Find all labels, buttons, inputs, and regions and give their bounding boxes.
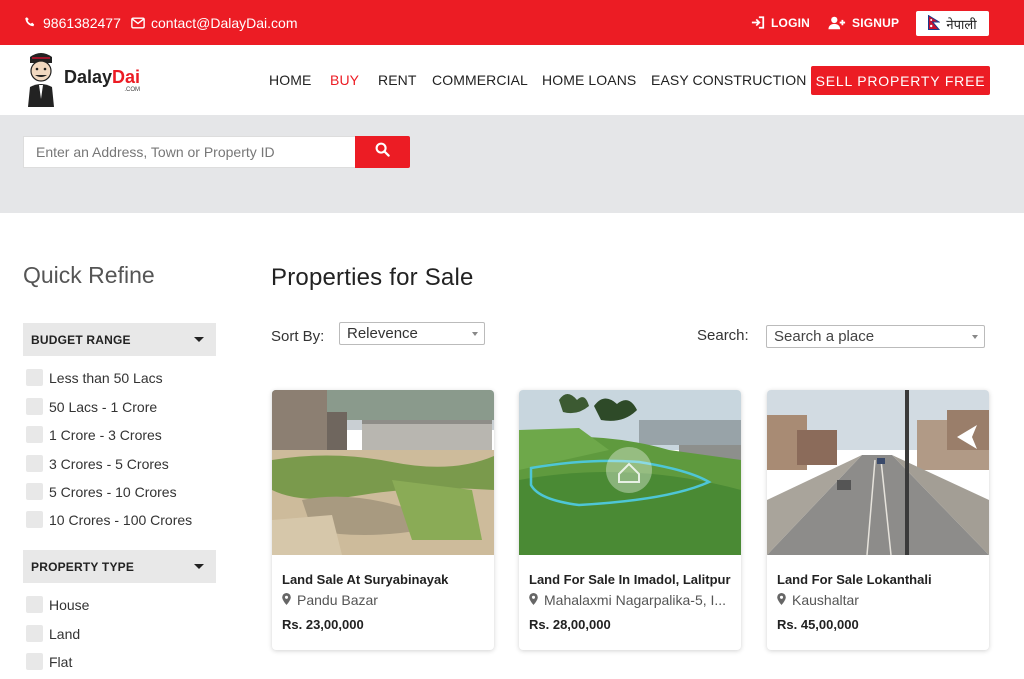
brand-name: DalayDai xyxy=(64,66,141,87)
property-location: Pandu Bazar xyxy=(282,592,378,608)
location-pin-icon xyxy=(777,592,786,608)
property-price: Rs. 28,00,000 xyxy=(529,617,611,632)
budget-option[interactable]: 1 Crore - 3 Crores xyxy=(26,426,162,443)
nav-rent[interactable]: RENT xyxy=(378,72,417,88)
property-type-option[interactable]: Flat xyxy=(26,653,72,670)
quick-refine-title: Quick Refine xyxy=(23,262,155,288)
checkbox[interactable] xyxy=(26,426,43,443)
mascot-icon xyxy=(22,49,60,112)
checkbox[interactable] xyxy=(26,483,43,500)
property-location: Kaushaltar xyxy=(777,592,859,608)
sort-label: Sort By: xyxy=(271,328,325,345)
property-type-label: House xyxy=(49,596,90,613)
signup-link[interactable]: SIGNUP xyxy=(828,0,899,45)
property-card[interactable]: Land For Sale In Imadol, Lalitpur Mahala… xyxy=(519,390,741,650)
site-logo[interactable]: DalayDai .COM xyxy=(22,50,162,110)
checkbox[interactable] xyxy=(26,653,43,670)
language-label: नेपाली xyxy=(946,16,977,32)
location-text: Kaushaltar xyxy=(792,592,859,608)
phone-link[interactable]: 9861382477 xyxy=(24,0,121,45)
address-search-input[interactable]: Enter an Address, Town or Property ID xyxy=(23,136,355,168)
dropdown-arrow-icon xyxy=(472,332,478,336)
sort-select[interactable]: Relevence xyxy=(339,322,485,345)
budget-option-label: 10 Crores - 100 Crores xyxy=(49,511,193,528)
property-price: Rs. 23,00,000 xyxy=(282,617,364,632)
caret-down-icon xyxy=(194,564,204,569)
property-title[interactable]: Land For Sale Lokanthali xyxy=(777,572,932,587)
budget-option-label: 1 Crore - 3 Crores xyxy=(49,426,162,443)
place-search-select[interactable]: Search a place xyxy=(766,325,985,348)
phone-number: 9861382477 xyxy=(43,14,121,31)
checkbox[interactable] xyxy=(26,398,43,415)
budget-option[interactable]: Less than 50 Lacs xyxy=(26,369,163,386)
login-icon xyxy=(751,16,765,29)
budget-range-heading: BUDGET RANGE xyxy=(31,332,131,347)
budget-range-toggle[interactable]: BUDGET RANGE xyxy=(23,323,216,356)
location-text: Mahalaxmi Nagarpalika-5, I... xyxy=(544,592,727,608)
property-photo[interactable] xyxy=(272,390,494,555)
property-card[interactable]: Land Sale At Suryabinayak Pandu Bazar Rs… xyxy=(272,390,494,650)
property-photo[interactable] xyxy=(767,390,989,555)
place-search-placeholder: Search a place xyxy=(774,328,875,345)
main-navigation: DalayDai .COM HOME BUY RENT COMMERCIAL H… xyxy=(0,45,1024,115)
page-title: Properties for Sale xyxy=(271,264,474,291)
budget-option-label: 50 Lacs - 1 Crore xyxy=(49,398,158,415)
checkbox[interactable] xyxy=(26,625,43,642)
login-link[interactable]: LOGIN xyxy=(751,0,810,45)
nepal-flag-icon xyxy=(928,14,942,33)
email-address: contact@DalayDai.com xyxy=(151,14,298,31)
nav-home-loans[interactable]: HOME LOANS xyxy=(542,72,636,88)
property-type-label: Flat xyxy=(49,653,73,670)
budget-option[interactable]: 5 Crores - 10 Crores xyxy=(26,483,177,500)
location-pin-icon xyxy=(529,592,538,608)
top-bar: 9861382477 contact@DalayDai.com LOGIN SI… xyxy=(0,0,1024,45)
nav-buy[interactable]: BUY xyxy=(330,72,359,88)
checkbox[interactable] xyxy=(26,596,43,613)
property-type-heading: PROPERTY TYPE xyxy=(31,559,135,574)
budget-option[interactable]: 3 Crores - 5 Crores xyxy=(26,455,169,472)
search-button[interactable] xyxy=(355,136,410,168)
budget-option-label: 3 Crores - 5 Crores xyxy=(49,455,169,472)
mail-icon xyxy=(131,16,145,29)
search-band: Enter an Address, Town or Property ID xyxy=(0,115,1024,213)
checkbox[interactable] xyxy=(26,369,43,386)
nav-easy-construction[interactable]: EASY CONSTRUCTION xyxy=(651,72,806,88)
budget-option-label: Less than 50 Lacs xyxy=(49,369,163,386)
caret-down-icon xyxy=(194,337,204,342)
property-type-label: Land xyxy=(49,625,81,642)
checkbox[interactable] xyxy=(26,511,43,528)
email-link[interactable]: contact@DalayDai.com xyxy=(131,0,298,45)
property-type-toggle[interactable]: PROPERTY TYPE xyxy=(23,550,216,583)
property-title[interactable]: Land Sale At Suryabinayak xyxy=(282,572,448,587)
sell-property-button[interactable]: SELL PROPERTY FREE xyxy=(811,66,990,95)
nav-commercial[interactable]: COMMERCIAL xyxy=(432,72,528,88)
budget-option[interactable]: 50 Lacs - 1 Crore xyxy=(26,398,157,415)
search-icon xyxy=(375,142,390,162)
sort-select-value: Relevence xyxy=(347,325,418,342)
property-location: Mahalaxmi Nagarpalika-5, I... xyxy=(529,592,726,608)
budget-option-label: 5 Crores - 10 Crores xyxy=(49,483,177,500)
property-type-option[interactable]: House xyxy=(26,596,89,613)
dropdown-arrow-icon xyxy=(972,335,978,339)
phone-icon xyxy=(24,16,37,29)
property-card[interactable]: Land For Sale Lokanthali Kaushaltar Rs. … xyxy=(767,390,989,650)
signup-label: SIGNUP xyxy=(852,15,900,30)
brand-domain: .COM xyxy=(124,86,141,93)
checkbox[interactable] xyxy=(26,455,43,472)
property-photo[interactable] xyxy=(519,390,741,555)
property-price: Rs. 45,00,000 xyxy=(777,617,859,632)
property-type-option[interactable]: Land xyxy=(26,625,80,642)
location-text: Pandu Bazar xyxy=(297,592,378,608)
budget-option[interactable]: 10 Crores - 100 Crores xyxy=(26,511,192,528)
property-title[interactable]: Land For Sale In Imadol, Lalitpur xyxy=(529,572,731,587)
language-switch[interactable]: नेपाली xyxy=(916,11,989,36)
nav-home[interactable]: HOME xyxy=(269,72,311,88)
location-pin-icon xyxy=(282,592,291,608)
place-search-label: Search: xyxy=(697,327,749,344)
login-label: LOGIN xyxy=(771,15,810,30)
user-plus-icon xyxy=(828,16,846,30)
